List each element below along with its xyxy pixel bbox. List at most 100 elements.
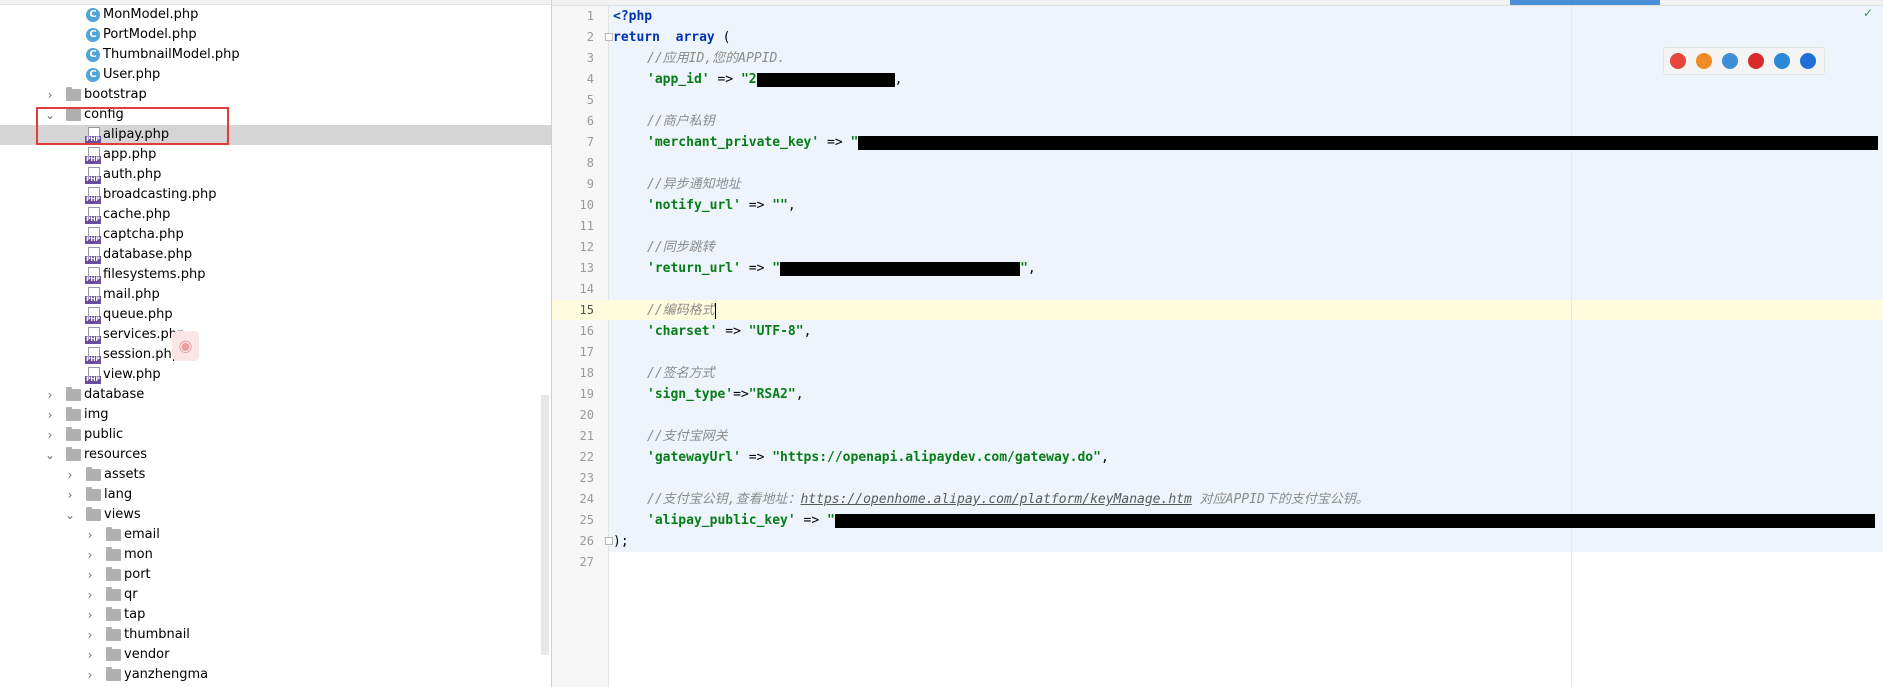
tree-file[interactable]: PHP database.php	[0, 245, 551, 265]
line-number: 19	[579, 387, 594, 401]
tree-item-label: captcha.php	[103, 227, 184, 242]
value-sign-type: "RSA2"	[748, 387, 796, 402]
tree-folder[interactable]: › tap	[0, 605, 551, 625]
fold-marker-open[interactable]	[605, 33, 613, 41]
line-number: 4	[586, 72, 594, 86]
inspection-ok-icon[interactable]: ✓	[1863, 6, 1873, 20]
tree-folder[interactable]: › lang	[0, 485, 551, 505]
tree-folder[interactable]: › port	[0, 565, 551, 585]
comment-link[interactable]: https://openhome.alipay.com/platform/key…	[800, 492, 1191, 507]
chevron-down-icon[interactable]: ⌄	[44, 445, 56, 465]
line-number: 18	[579, 366, 594, 380]
line-number: 9	[586, 177, 594, 191]
ie-icon[interactable]	[1774, 53, 1790, 69]
active-tab-indicator[interactable]	[1510, 0, 1660, 5]
tree-item-label: assets	[104, 467, 146, 482]
php-file-icon: PHP	[85, 167, 101, 184]
folder-icon	[106, 627, 121, 641]
firefox-icon[interactable]	[1696, 53, 1712, 69]
php-file-icon: PHP	[85, 247, 101, 264]
code-line-10: 'notify_url' => "",	[647, 195, 796, 216]
tree-file[interactable]: PHP services.php	[0, 325, 551, 345]
tree-folder[interactable]: ⌄ views	[0, 505, 551, 525]
chevron-right-icon[interactable]: ›	[44, 85, 56, 105]
tree-folder[interactable]: › yanzhengma	[0, 665, 551, 685]
folder-icon	[86, 467, 101, 481]
tree-scrollbar[interactable]	[541, 395, 549, 655]
tree-folder[interactable]: › img	[0, 405, 551, 425]
folder-icon	[66, 427, 81, 441]
tree-folder[interactable]: › public	[0, 425, 551, 445]
chevron-right-icon[interactable]: ›	[64, 485, 76, 505]
code-editor[interactable]: 1 2 3 4 5 6 7 8 9 10 11 12 13 14 15 16 17 18 19 20 21 22 23 24 2…	[552, 0, 1883, 687]
key-app-id: 'app_id'	[647, 72, 710, 87]
line-number: 21	[579, 429, 594, 443]
edge-icon[interactable]	[1800, 53, 1816, 69]
line-number: 13	[579, 261, 594, 275]
chevron-right-icon[interactable]: ›	[84, 565, 96, 585]
chevron-right-icon[interactable]: ›	[44, 425, 56, 445]
tree-file[interactable]: C PortModel.php	[0, 25, 551, 45]
code-line-3: //应用ID,您的APPID.	[647, 48, 785, 69]
php-class-icon: C	[86, 8, 100, 22]
chevron-right-icon[interactable]: ›	[84, 585, 96, 605]
chevron-right-icon[interactable]: ›	[84, 605, 96, 625]
tree-file[interactable]: C ThumbnailModel.php	[0, 45, 551, 65]
code-line-26: );	[613, 531, 629, 552]
folder-icon	[66, 447, 81, 461]
code-line-21: //支付宝网关	[647, 426, 728, 447]
tree-folder[interactable]: › database	[0, 385, 551, 405]
line-number: 16	[579, 324, 594, 338]
tree-file[interactable]: PHP queue.php	[0, 305, 551, 325]
tree-item-label: filesystems.php	[103, 267, 206, 282]
tree-folder[interactable]: ⌄ resources	[0, 445, 551, 465]
tree-file[interactable]: PHP broadcasting.php	[0, 185, 551, 205]
tree-folder[interactable]: › qr	[0, 585, 551, 605]
folder-icon	[66, 87, 81, 101]
opera-icon[interactable]	[1748, 53, 1764, 69]
safari-icon[interactable]	[1722, 53, 1738, 69]
tree-file[interactable]: C MonModel.php	[0, 5, 551, 25]
arrow: =>	[740, 261, 773, 276]
fold-marker-close[interactable]	[605, 537, 613, 545]
tree-folder[interactable]: › thumbnail	[0, 625, 551, 645]
chevron-right-icon[interactable]: ›	[84, 645, 96, 665]
code-line-25: 'alipay_public_key' => "	[647, 510, 1875, 531]
chevron-right-icon[interactable]: ›	[44, 405, 56, 425]
tree-file[interactable]: PHP filesystems.php	[0, 265, 551, 285]
tree-item-label: email	[124, 527, 160, 542]
tree-file[interactable]: PHP session.php	[0, 345, 551, 365]
tree-item-label: session.php	[103, 347, 180, 362]
chevron-right-icon[interactable]: ›	[84, 665, 96, 685]
folder-icon	[106, 527, 121, 541]
comment-charset: //编码格式	[647, 303, 715, 318]
tree-folder[interactable]: › bootstrap	[0, 85, 551, 105]
tree-file[interactable]: PHP auth.php	[0, 165, 551, 185]
php-file-icon: PHP	[85, 327, 101, 344]
tree-file[interactable]: C User.php	[0, 65, 551, 85]
open-paren: (	[714, 30, 731, 45]
tree-folder[interactable]: › email	[0, 525, 551, 545]
tree-item-label: mon	[124, 547, 153, 562]
tree-file[interactable]: PHP app.php	[0, 145, 551, 165]
tree-folder[interactable]: › mon	[0, 545, 551, 565]
tree-item-label: app.php	[103, 147, 157, 162]
chrome-icon[interactable]	[1670, 53, 1686, 69]
tree-folder[interactable]: › assets	[0, 465, 551, 485]
tree-item-label: database.php	[103, 247, 193, 262]
chevron-down-icon[interactable]: ⌄	[64, 505, 76, 525]
chevron-right-icon[interactable]: ›	[84, 525, 96, 545]
tree-file[interactable]: PHP view.php	[0, 365, 551, 385]
chevron-right-icon[interactable]: ›	[84, 545, 96, 565]
tree-folder[interactable]: › vendor	[0, 645, 551, 665]
tree-file[interactable]: PHP mail.php	[0, 285, 551, 305]
line-number: 6	[586, 114, 594, 128]
chevron-right-icon[interactable]: ›	[44, 385, 56, 405]
chevron-right-icon[interactable]: ›	[64, 465, 76, 485]
php-file-icon: PHP	[85, 207, 101, 224]
chevron-right-icon[interactable]: ›	[84, 625, 96, 645]
tree-file[interactable]: PHP captcha.php	[0, 225, 551, 245]
tree-file[interactable]: PHP cache.php	[0, 205, 551, 225]
comment-appid: //应用ID,您的APPID.	[647, 51, 786, 66]
php-file-icon: PHP	[85, 267, 101, 284]
